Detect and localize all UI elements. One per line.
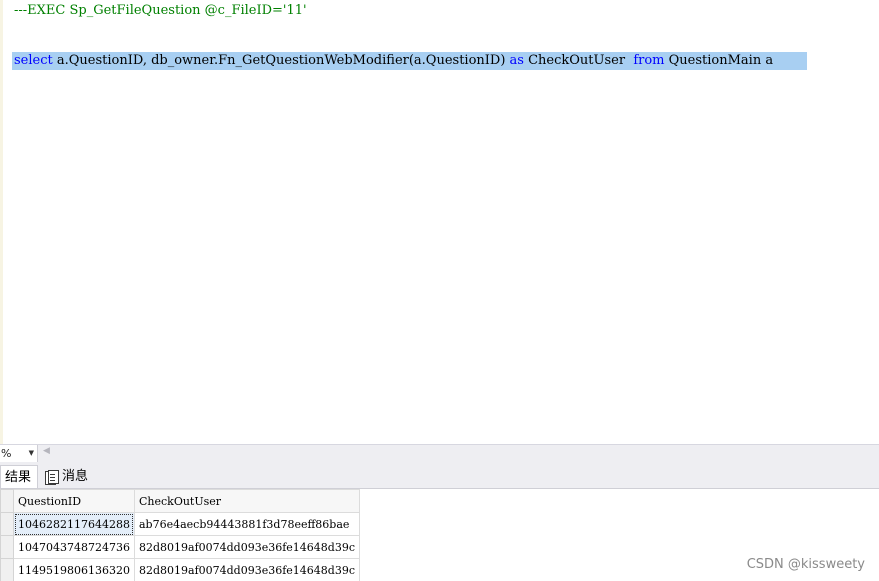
messages-icon xyxy=(44,469,59,485)
grid-corner[interactable] xyxy=(0,489,14,513)
editor-gutter xyxy=(0,0,3,444)
table-row[interactable]: 1149519806136320 82d8019af0074dd093e36fe… xyxy=(0,558,361,581)
code-line-1[interactable]: ---EXEC Sp_GetFileQuestion @c_FileID='11… xyxy=(14,2,307,20)
tab-results-label: 结果 xyxy=(5,470,32,485)
cell-questionid[interactable]: 1149519806136320 xyxy=(13,558,135,581)
cell-checkoutuser[interactable]: 82d8019af0074dd093e36fe14648d39c xyxy=(133,558,361,581)
results-tab-bar: 结果 消息 xyxy=(0,462,879,489)
row-header[interactable] xyxy=(0,558,14,581)
sql-keyword-from: from xyxy=(633,53,665,68)
cell-checkoutuser[interactable]: 82d8019af0074dd093e36fe14648d39c xyxy=(133,535,361,559)
chevron-down-icon: ▼ xyxy=(28,449,34,457)
zoom-value: % xyxy=(1,447,12,460)
grid-header-row: QuestionID CheckOutUser xyxy=(0,489,361,513)
sql-select-list: a.QuestionID, db_owner.Fn_GetQuestionWeb… xyxy=(52,53,510,68)
sql-table: QuestionMain a xyxy=(664,53,774,68)
sql-keyword-select: select xyxy=(14,53,53,68)
row-header[interactable] xyxy=(0,512,14,536)
zoom-dropdown[interactable]: % ▼ xyxy=(0,445,38,462)
tab-messages-label: 消息 xyxy=(62,469,89,484)
column-header-questionid[interactable]: QuestionID xyxy=(13,489,135,513)
table-row[interactable]: 1047043748724736 82d8019af0074dd093e36fe… xyxy=(0,535,361,559)
tab-messages[interactable]: 消息 xyxy=(42,465,88,488)
column-header-checkoutuser[interactable]: CheckOutUser xyxy=(133,489,361,513)
scroll-left-arrow-icon[interactable]: ◀ xyxy=(43,446,50,456)
code-line-2[interactable]: select a.QuestionID, db_owner.Fn_GetQues… xyxy=(14,52,773,70)
editor-status-strip: % ▼ ◀ xyxy=(0,444,879,462)
cell-checkoutuser[interactable]: ab76e4aecb94443881f3d78eeff86bae xyxy=(133,512,361,536)
tab-results[interactable]: 结果 xyxy=(0,465,38,488)
results-grid[interactable]: QuestionID CheckOutUser 1046282117644288… xyxy=(0,489,361,581)
watermark-text: CSDN @kissweety xyxy=(746,557,865,572)
sql-keyword-as: as xyxy=(509,53,524,68)
query-editor[interactable]: ---EXEC Sp_GetFileQuestion @c_FileID='11… xyxy=(0,0,879,444)
sql-alias: CheckOutUser xyxy=(523,53,634,68)
cell-questionid[interactable]: 1047043748724736 xyxy=(13,535,135,559)
sql-comment: ---EXEC Sp_GetFileQuestion @c_FileID='11… xyxy=(14,3,307,18)
table-row[interactable]: 1046282117644288 ab76e4aecb94443881f3d78… xyxy=(0,512,361,536)
ssms-window: ---EXEC Sp_GetFileQuestion @c_FileID='11… xyxy=(0,0,879,581)
row-header[interactable] xyxy=(0,535,14,559)
cell-questionid[interactable]: 1046282117644288 xyxy=(13,512,135,536)
